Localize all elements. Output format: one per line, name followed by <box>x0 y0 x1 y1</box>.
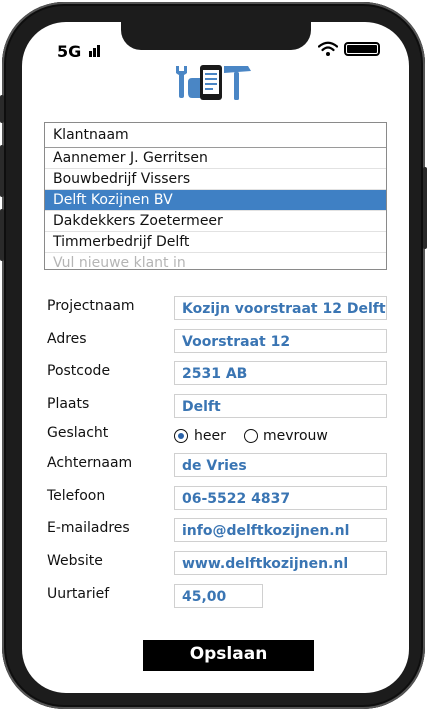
wifi-icon <box>318 41 338 56</box>
postcode-field[interactable]: 2531 AB <box>174 361 387 385</box>
phone-frame: 5G Klantnaam Aannemer J. Gerritsen Bouwb… <box>0 2 427 709</box>
telefoon-field[interactable]: 06-5522 4837 <box>174 486 387 510</box>
radio-heer-label[interactable]: heer <box>194 426 226 446</box>
uurtarief-label: Uurtarief <box>47 586 110 602</box>
achternaam-label: Achternaam <box>47 455 133 471</box>
app-logo <box>176 65 251 100</box>
email-field[interactable]: info@delftkozijnen.nl <box>174 518 387 542</box>
new-client-input[interactable]: Vul nieuwe klant in <box>45 253 386 273</box>
phone-screen: 5G Klantnaam Aannemer J. Gerritsen Bouwb… <box>22 22 409 693</box>
signal-icon <box>89 43 105 57</box>
volume-up-button <box>0 145 4 197</box>
uurtarief-field[interactable]: 45,00 <box>174 584 263 608</box>
network-indicator: 5G <box>57 42 82 61</box>
projectnaam-label: Projectnaam <box>47 298 135 314</box>
battery-icon <box>344 42 380 56</box>
geslacht-label: Geslacht <box>47 425 109 441</box>
client-list-item-selected[interactable]: Delft Kozijnen BV <box>45 190 386 211</box>
power-button <box>423 167 427 249</box>
achternaam-field[interactable]: de Vries <box>174 453 387 477</box>
volume-down-button <box>0 209 4 261</box>
projectnaam-field[interactable]: Kozijn voorstraat 12 Delft <box>174 296 387 320</box>
adres-label: Adres <box>47 331 87 347</box>
client-list-item[interactable]: Aannemer J. Gerritsen <box>45 148 386 169</box>
email-label: E-mailadres <box>47 520 130 536</box>
client-list[interactable]: Klantnaam Aannemer J. Gerritsen Bouwbedr… <box>44 122 387 273</box>
client-list-item[interactable]: Bouwbedrijf Vissers <box>45 169 386 190</box>
client-list-item[interactable]: Timmerbedrijf Delft <box>45 232 386 253</box>
radio-mevrouw-label[interactable]: mevrouw <box>263 426 328 446</box>
plaats-field[interactable]: Delft <box>174 394 387 418</box>
save-button[interactable]: Opslaan <box>143 640 314 671</box>
plaats-label: Plaats <box>47 396 90 412</box>
notch <box>121 22 311 50</box>
adres-field[interactable]: Voorstraat 12 <box>174 329 387 353</box>
client-list-item[interactable]: Dakdekkers Zoetermeer <box>45 211 386 232</box>
radio-mevrouw[interactable] <box>244 429 258 443</box>
radio-heer[interactable] <box>174 429 188 443</box>
website-label: Website <box>47 553 103 569</box>
postcode-label: Postcode <box>47 363 111 379</box>
telefoon-label: Telefoon <box>47 488 106 504</box>
client-list-header: Klantnaam <box>45 123 386 148</box>
mute-switch <box>0 95 4 123</box>
website-field[interactable]: www.delftkozijnen.nl <box>174 551 387 575</box>
